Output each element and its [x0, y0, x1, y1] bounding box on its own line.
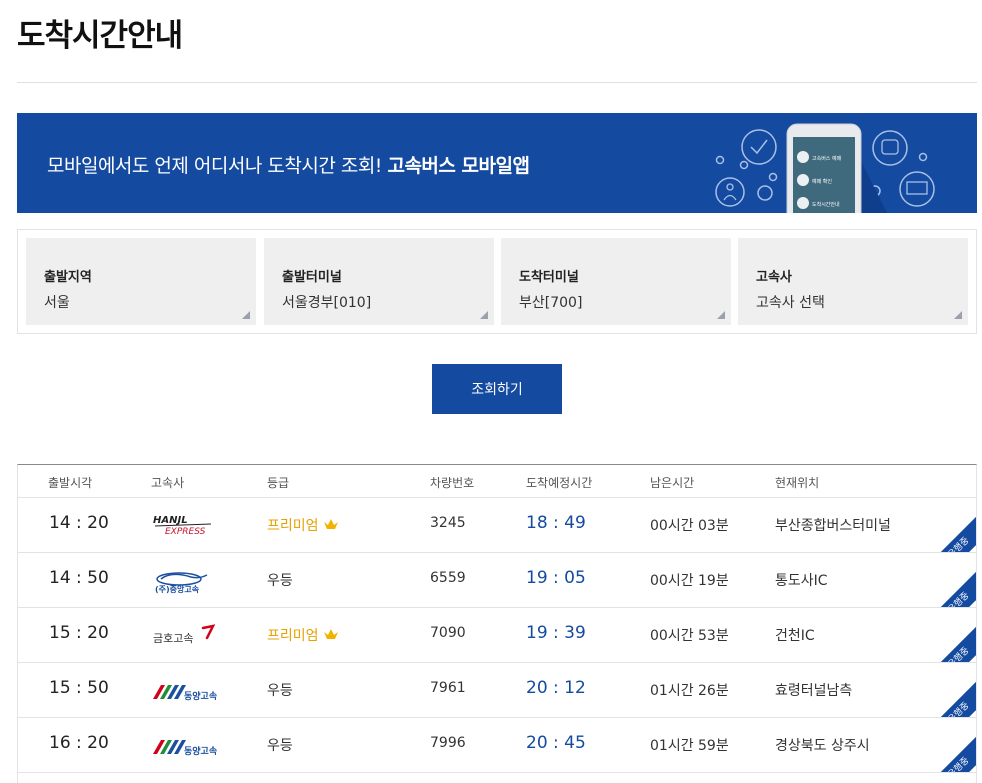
dropdown-corner-icon: [480, 311, 488, 319]
remaining-time: 00시간 03분: [650, 518, 729, 534]
grade-label: 프리미엄: [267, 625, 339, 645]
arrival-terminal-label: 도착터미널: [519, 270, 579, 285]
current-location: 경상북도 상주시: [775, 738, 870, 754]
arrival-terminal-value: 부산[700]: [519, 295, 583, 311]
svg-text:도착시간안내: 도착시간안내: [812, 201, 840, 208]
svg-text:예매 확인: 예매 확인: [812, 178, 832, 185]
current-location: 효령터널남측: [775, 683, 853, 699]
bus-number: 3245: [430, 515, 466, 531]
bus-number: 6559: [430, 570, 466, 586]
arrival-time: 19 : 39: [526, 623, 586, 643]
header-departure: 출발시각: [48, 476, 93, 490]
search-form: 출발지역 서울 출발터미널 서울경부[010] 도착터미널 부산[700] 고속…: [17, 229, 977, 334]
header-location: 현재위치: [775, 476, 820, 490]
hanil-logo: HANJL EXPRESS: [153, 515, 212, 537]
departure-time: 14 : 50: [49, 568, 109, 588]
departure-region-value: 서울: [44, 295, 70, 311]
bus-company-value: 고속사 선택: [756, 295, 825, 311]
dropdown-corner-icon: [242, 311, 250, 319]
grade-label: 우등: [267, 573, 293, 589]
table-row: 14 : 50 (주)중앙고속 우등 6559 19 : 05 00시간 19분…: [18, 553, 976, 608]
dropdown-corner-icon: [717, 311, 725, 319]
arrival-table: 출발시각 고속사 등급 차량번호 도착예정시간 남은시간 현재위치 14 : 2…: [17, 464, 977, 783]
crown-icon: [323, 519, 338, 529]
departure-terminal-value: 서울경부[010]: [282, 295, 372, 311]
bus-number: 7961: [430, 680, 466, 696]
arrival-time: 20 : 45: [526, 733, 586, 753]
header-grade: 등급: [267, 476, 290, 490]
header-remaining: 남은시간: [650, 476, 695, 490]
kumho-logo: 금호고속: [153, 624, 216, 645]
title-divider: [17, 82, 977, 83]
departure-time: 15 : 50: [49, 678, 109, 698]
departure-terminal-select[interactable]: 출발터미널 서울경부[010]: [264, 238, 494, 325]
current-location: 부산종합버스터미널: [775, 518, 891, 534]
svg-text:EXPRESS: EXPRESS: [165, 527, 206, 537]
grade-label: 우등: [267, 738, 293, 754]
bus-company-label: 고속사: [756, 270, 792, 285]
header-arrival: 도착예정시간: [526, 476, 593, 490]
current-location: 통도사IC: [775, 573, 828, 589]
header-bus-no: 차량번호: [430, 476, 475, 490]
arrival-time: 18 : 49: [526, 513, 586, 533]
departure-time: 15 : 20: [49, 623, 109, 643]
status-badge: 운행중: [920, 619, 976, 662]
search-button[interactable]: 조회하기: [432, 364, 562, 414]
status-badge: 운행중: [920, 674, 976, 717]
arrival-terminal-select[interactable]: 도착터미널 부산[700]: [501, 238, 731, 325]
status-badge: 운행중: [920, 509, 976, 552]
svg-text:고속버스 예매: 고속버스 예매: [812, 155, 842, 162]
crown-icon: [323, 629, 338, 639]
remaining-time: 00시간 53분: [650, 628, 729, 644]
bus-number: 7090: [430, 625, 466, 641]
mobile-app-banner[interactable]: 모바일에서도 언제 어디서나 도착시간 조회! 고속버스 모바일앱 고속버스 예…: [17, 113, 977, 213]
mobile-app-illustration: 고속버스 예매 예매 확인 도착시간안내: [715, 123, 935, 213]
dongyang-logo: 동양고속: [153, 740, 217, 757]
current-location: 건천IC: [775, 628, 815, 644]
departure-region-select[interactable]: 출발지역 서울: [26, 238, 256, 325]
banner-app-name: 고속버스 모바일앱: [387, 155, 530, 177]
arrival-time: 19 : 05: [526, 568, 586, 588]
table-header: 출발시각 고속사 등급 차량번호 도착예정시간 남은시간 현재위치: [18, 465, 976, 498]
svg-text:금호고속: 금호고속: [153, 632, 193, 645]
status-badge: 운행중: [920, 564, 976, 607]
svg-text:동양고속: 동양고속: [184, 745, 217, 757]
page-title: 도착시간안내: [17, 18, 183, 54]
remaining-time: 01시간 59분: [650, 738, 729, 754]
svg-text:동양고속: 동양고속: [184, 690, 217, 702]
grade-label: 우등: [267, 683, 293, 699]
grade-label: 프리미엄: [267, 515, 339, 535]
table-row: 14 : 20 HANJL EXPRESS 프리미엄 3245 18 : 49 …: [18, 498, 976, 553]
jungang-logo: (주)중앙고속: [155, 572, 208, 594]
arrival-time: 20 : 12: [526, 678, 586, 698]
remaining-time: 00시간 19분: [650, 573, 729, 589]
table-row: 16 : 20 동양고속 우등 7996 20 : 45 01시간 59분 경상…: [18, 718, 976, 773]
remaining-time: 01시간 26분: [650, 683, 729, 699]
departure-time: 14 : 20: [49, 513, 109, 533]
banner-text: 모바일에서도 언제 어디서나 도착시간 조회! 고속버스 모바일앱: [47, 155, 530, 177]
svg-text:HANJL: HANJL: [153, 515, 188, 526]
dongyang-logo: 동양고속: [153, 685, 217, 702]
dropdown-corner-icon: [954, 311, 962, 319]
departure-terminal-label: 출발터미널: [282, 270, 342, 285]
header-company: 고속사: [151, 476, 185, 490]
svg-text:(주)중앙고속: (주)중앙고속: [155, 584, 200, 594]
table-row: 15 : 20 금호고속 프리미엄 7090 19 : 39 00시간 53분 …: [18, 608, 976, 663]
status-badge: 운행중: [920, 729, 976, 772]
departure-time: 16 : 20: [49, 733, 109, 753]
bus-number: 7996: [430, 735, 466, 751]
bus-company-select[interactable]: 고속사 고속사 선택: [738, 238, 968, 325]
departure-region-label: 출발지역: [44, 270, 92, 285]
table-row: 15 : 50 동양고속 우등 7961 20 : 12 01시간 26분 효령…: [18, 663, 976, 718]
